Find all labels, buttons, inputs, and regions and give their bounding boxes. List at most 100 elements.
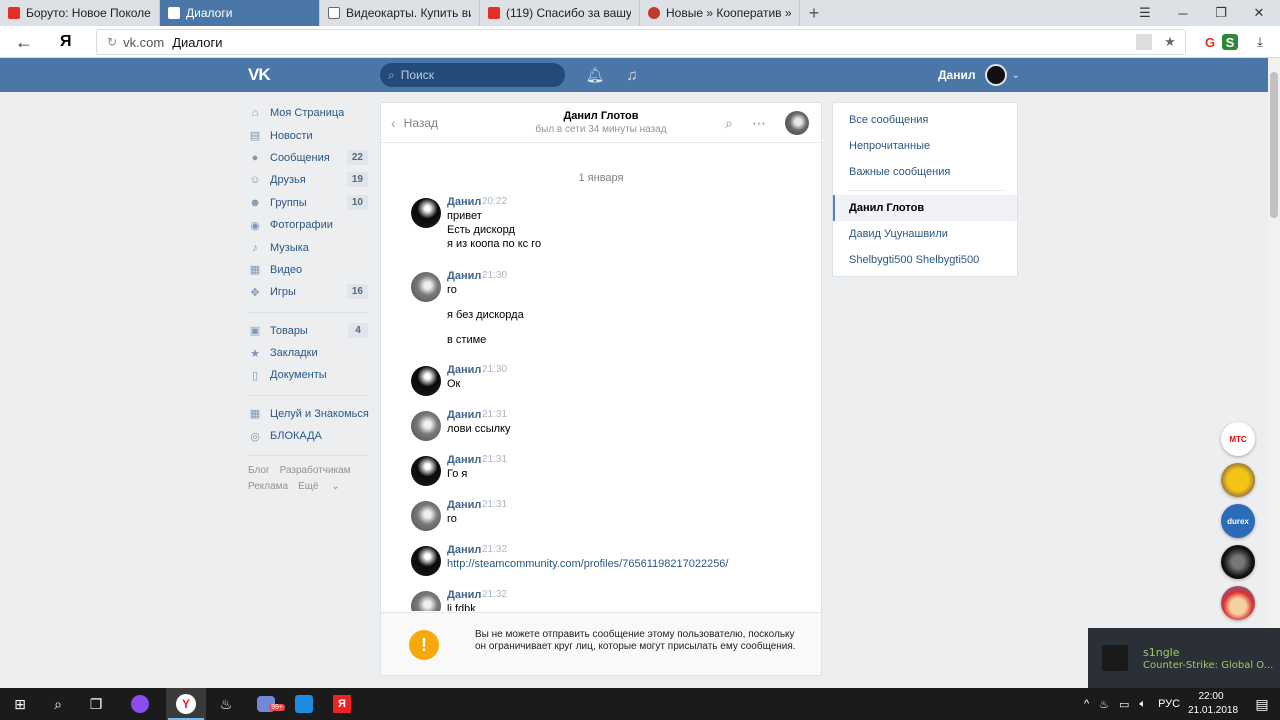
steam-tray-icon[interactable]: ♨ (1099, 698, 1109, 711)
browser-tab-active[interactable]: Диалоги (160, 0, 320, 26)
browser-tab[interactable]: Боруто: Новое Поколение (0, 0, 160, 26)
language-indicator[interactable]: РУС (1158, 698, 1180, 710)
more-icon[interactable]: ⋯ (749, 113, 769, 133)
search-box[interactable]: ⌕ (380, 63, 565, 87)
message-author[interactable]: Данил (447, 589, 481, 601)
avatar[interactable] (411, 591, 441, 611)
peer-avatar[interactable] (785, 111, 809, 135)
avatar[interactable] (411, 366, 441, 396)
avatar[interactable] (411, 546, 441, 576)
close-window-button[interactable]: ✕ (1240, 0, 1278, 26)
scrollbar-thumb[interactable] (1270, 72, 1278, 218)
message-link[interactable]: http://steamcommunity.com/profiles/76561… (447, 558, 728, 570)
chat-item[interactable]: Shelbygti500 Shelbygti500 (833, 247, 1017, 273)
utorrent-icon[interactable] (284, 688, 324, 720)
notification-center-icon[interactable]: ▤ (1244, 688, 1280, 720)
menu-icon[interactable]: ☰ (1126, 0, 1164, 26)
sidebar-item-groups[interactable]: ☻ Группы 10 (248, 192, 370, 214)
sidebar-item-documents[interactable]: ▯ Документы (248, 364, 370, 386)
download-icon[interactable]: ⤓ (1252, 34, 1268, 50)
steam-notification[interactable]: s1ngle Counter-Strike: Global O... (1088, 628, 1280, 688)
browser-tab[interactable]: (119) Спасибо за вашу служ (480, 0, 640, 26)
sidebar-item-market[interactable]: ▣ Товары 4 (248, 320, 370, 342)
sidebar-item-target[interactable]: ◎ БЛОКАДА (248, 425, 370, 447)
system-clock[interactable]: 22:00 21.01.2018 (1188, 690, 1238, 718)
extension-g-icon[interactable]: G (1202, 34, 1218, 50)
search-input[interactable] (400, 68, 541, 82)
discord-icon[interactable]: 99+ (246, 688, 286, 720)
message-time[interactable]: 20:22 (482, 196, 507, 207)
bell-icon[interactable]: 🔔︎ (585, 65, 605, 85)
footer-link-developers[interactable]: Разработчикам (280, 465, 351, 476)
browser-tab[interactable]: Новые » Кооператив » Нап (640, 0, 800, 26)
message-time[interactable]: 21:32 (482, 589, 507, 600)
filter-unread[interactable]: Непрочитанные (833, 133, 1017, 159)
url-field[interactable]: ↻ vk.com Диалоги (96, 29, 1186, 55)
message-author[interactable]: Данил (447, 454, 481, 466)
network-icon[interactable]: ▭ (1119, 698, 1129, 711)
message-author[interactable]: Данил (447, 364, 481, 376)
task-view-icon[interactable]: ❐ (76, 688, 116, 720)
footer-link-blog[interactable]: Блог (248, 465, 270, 476)
sidebar-item-friends[interactable]: ☺ Друзья 19 (248, 169, 370, 191)
page-scrollbar[interactable] (1268, 58, 1280, 688)
volume-icon[interactable]: 🔈︎ (1139, 698, 1146, 711)
yandex-logo[interactable]: Я (60, 30, 80, 54)
back-arrow-icon[interactable]: ← (12, 30, 36, 54)
minimize-button[interactable]: ─ (1164, 0, 1202, 26)
sidebar-item-music[interactable]: ♪ Музыка (248, 236, 370, 258)
extension-s-icon[interactable]: S (1222, 34, 1238, 50)
floating-chat-avatar[interactable] (1221, 463, 1255, 497)
floating-chat-avatar[interactable] (1221, 545, 1255, 579)
vk-logo[interactable]: VK (248, 65, 276, 85)
bookmark-star-icon[interactable]: ★ (1162, 34, 1178, 50)
message-time[interactable]: 21:31 (482, 499, 507, 510)
message-time[interactable]: 21:31 (482, 454, 507, 465)
windows-start-icon[interactable]: ⊞ (0, 688, 40, 720)
sidebar-item-messages[interactable]: ● Сообщения 22 (248, 147, 370, 169)
filter-important[interactable]: Важные сообщения (833, 159, 1017, 185)
search-icon[interactable]: ⌕ (719, 113, 739, 133)
message-time[interactable]: 21:30 (482, 270, 507, 281)
user-menu[interactable]: Данил ⌄ (938, 58, 1020, 92)
reader-mode-icon[interactable] (1136, 34, 1152, 50)
message-time[interactable]: 21:31 (482, 409, 507, 420)
chevron-up-icon[interactable]: ^ (1084, 698, 1089, 710)
browser-tab[interactable]: Видеокарты. Купить видео (320, 0, 480, 26)
message-author[interactable]: Данил (447, 499, 481, 511)
message-author[interactable]: Данил (447, 409, 481, 421)
sidebar-item-games[interactable]: ✥ Игры 16 (248, 281, 370, 303)
sidebar-item-home[interactable]: ⌂ Моя Страница (248, 102, 370, 124)
floating-chat-durex[interactable]: durex (1221, 504, 1255, 538)
search-icon[interactable]: ⌕ (38, 688, 78, 720)
avatar[interactable] (411, 501, 441, 531)
avatar[interactable] (411, 456, 441, 486)
new-tab-button[interactable]: + (800, 0, 828, 26)
refresh-icon[interactable]: ↻ (107, 35, 117, 49)
avatar[interactable] (411, 198, 441, 228)
sidebar-item-photos[interactable]: ◉ Фотографии (248, 214, 370, 236)
sidebar-item-news[interactable]: ▤ Новости (248, 124, 370, 146)
music-note-icon[interactable]: ♫ (622, 65, 642, 85)
yandex-icon[interactable]: Я (322, 688, 362, 720)
message-author[interactable]: Данил (447, 270, 481, 282)
steam-icon[interactable]: ♨ (206, 688, 246, 720)
footer-link-more[interactable]: Ещё ⌄ (298, 481, 340, 492)
footer-link-ads[interactable]: Реклама (248, 481, 288, 492)
sidebar-item-video[interactable]: ▦ Видео (248, 259, 370, 281)
message-author[interactable]: Данил (447, 544, 481, 556)
filter-all-messages[interactable]: Все сообщения (833, 107, 1017, 133)
message-history[interactable]: 1 января Данил 20:22 привет Есть дискорд я и… (381, 144, 821, 611)
chat-item[interactable]: Давид Уцунашвили (833, 221, 1017, 247)
message-time[interactable]: 21:30 (482, 364, 507, 375)
message-author[interactable]: Данил (447, 196, 481, 208)
avatar[interactable] (411, 411, 441, 441)
message-item[interactable]: Данил 21:30 го я без дискорда в стиме (411, 270, 811, 350)
floating-chat-mts[interactable]: МТС (1221, 422, 1255, 456)
cortana-icon[interactable] (120, 688, 160, 720)
sidebar-item-bookmarks[interactable]: ★ Закладки (248, 342, 370, 364)
avatar[interactable] (411, 272, 441, 302)
message-item[interactable]: Данил 21:32 li fdbk (411, 589, 811, 611)
floating-chat-avatar[interactable] (1221, 586, 1255, 620)
message-time[interactable]: 21:32 (482, 544, 507, 555)
